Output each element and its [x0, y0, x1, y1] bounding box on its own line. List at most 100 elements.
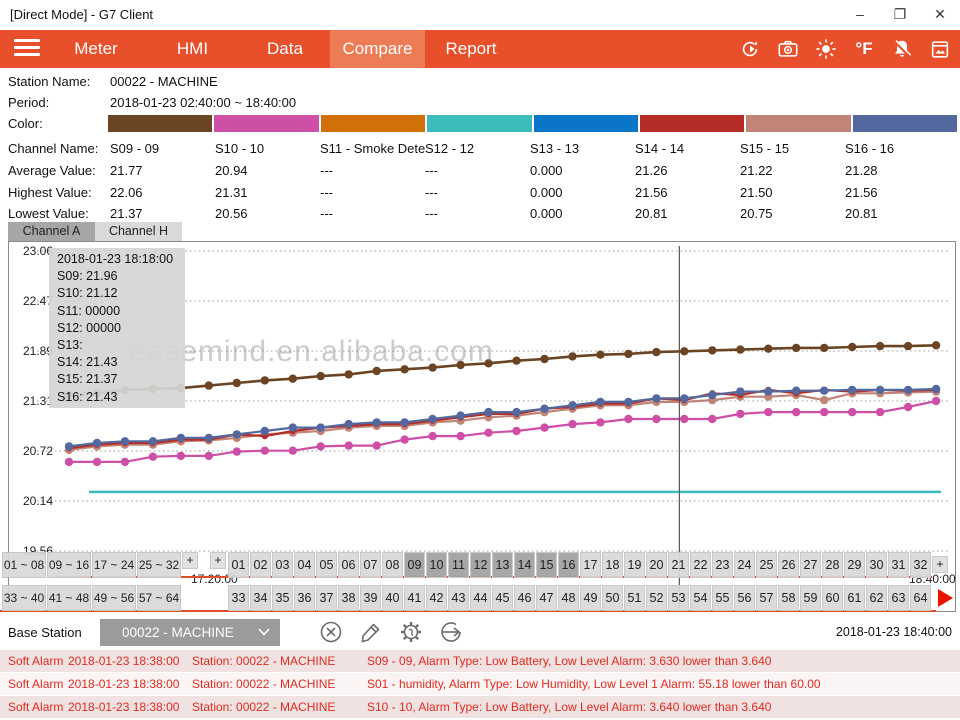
- channel-button-20[interactable]: 20: [646, 552, 667, 578]
- data-point-S10[interactable]: [428, 432, 436, 440]
- data-point-S16[interactable]: [848, 386, 856, 394]
- data-point-S10[interactable]: [708, 415, 716, 423]
- channel-button-42[interactable]: 42: [426, 585, 447, 611]
- channel-button-24[interactable]: 24: [734, 552, 755, 578]
- data-point-S10[interactable]: [484, 429, 492, 437]
- channel-button-54[interactable]: 54: [690, 585, 711, 611]
- channel-button-53[interactable]: 53: [668, 585, 689, 611]
- data-point-S10[interactable]: [233, 447, 241, 455]
- data-point-S09[interactable]: [317, 372, 325, 380]
- data-point-S16[interactable]: [65, 442, 73, 450]
- fahrenheit-toggle[interactable]: °F: [852, 37, 876, 61]
- channel-button-41[interactable]: 41: [404, 585, 425, 611]
- data-point-S10[interactable]: [177, 452, 185, 460]
- data-point-S09[interactable]: [820, 344, 828, 352]
- channel-button-28[interactable]: 28: [822, 552, 843, 578]
- channel-button-31[interactable]: 31: [888, 552, 909, 578]
- data-point-S10[interactable]: [792, 408, 800, 416]
- channel-button-63[interactable]: 63: [888, 585, 909, 611]
- data-point-S09[interactable]: [624, 350, 632, 358]
- data-point-S10[interactable]: [568, 420, 576, 428]
- data-point-S16[interactable]: [373, 418, 381, 426]
- channel-group-button-49~56[interactable]: 49 ~ 56: [92, 585, 136, 611]
- channel-button-60[interactable]: 60: [822, 585, 843, 611]
- data-point-S10[interactable]: [261, 447, 269, 455]
- data-point-S10[interactable]: [652, 415, 660, 423]
- data-point-S10[interactable]: [680, 415, 688, 423]
- data-point-S16[interactable]: [205, 434, 213, 442]
- data-point-S09[interactable]: [764, 345, 772, 353]
- data-point-S16[interactable]: [261, 427, 269, 435]
- channel-button-40[interactable]: 40: [382, 585, 403, 611]
- alarm-row[interactable]: Soft Alarm2018-01-23 18:38:00Station: 00…: [0, 673, 960, 695]
- zoom-plus-button-2[interactable]: +: [210, 552, 226, 569]
- channel-button-21[interactable]: 21: [668, 552, 689, 578]
- channel-button-25[interactable]: 25: [756, 552, 777, 578]
- data-point-S16[interactable]: [708, 391, 716, 399]
- data-point-S16[interactable]: [932, 385, 940, 393]
- channel-button-05[interactable]: 05: [316, 552, 337, 578]
- channel-button-46[interactable]: 46: [514, 585, 535, 611]
- data-point-S16[interactable]: [540, 405, 548, 413]
- channel-button-29[interactable]: 29: [844, 552, 865, 578]
- data-point-S09[interactable]: [848, 343, 856, 351]
- channel-button-33[interactable]: 33: [228, 585, 249, 611]
- data-point-S09[interactable]: [792, 344, 800, 352]
- data-point-S10[interactable]: [764, 408, 772, 416]
- channel-button-37[interactable]: 37: [316, 585, 337, 611]
- channel-group-button-01~08[interactable]: 01 ~ 08: [2, 552, 46, 578]
- channel-button-62[interactable]: 62: [866, 585, 887, 611]
- data-point-S16[interactable]: [512, 408, 520, 416]
- tab-channel-a[interactable]: Channel A: [8, 222, 95, 241]
- data-point-S10[interactable]: [820, 408, 828, 416]
- channel-button-14[interactable]: 14: [514, 552, 535, 578]
- data-point-S09[interactable]: [680, 347, 688, 355]
- channel-button-18[interactable]: 18: [602, 552, 623, 578]
- data-point-S10[interactable]: [317, 442, 325, 450]
- data-point-S09[interactable]: [904, 342, 912, 350]
- channel-button-57[interactable]: 57: [756, 585, 777, 611]
- data-point-S10[interactable]: [624, 415, 632, 423]
- data-point-S16[interactable]: [93, 439, 101, 447]
- channel-button-43[interactable]: 43: [448, 585, 469, 611]
- screenshot-icon[interactable]: [928, 37, 952, 61]
- channel-button-07[interactable]: 07: [360, 552, 381, 578]
- channel-button-17[interactable]: 17: [580, 552, 601, 578]
- data-point-S16[interactable]: [820, 387, 828, 395]
- data-point-S09[interactable]: [652, 348, 660, 356]
- close-button[interactable]: ✕: [920, 0, 960, 30]
- data-point-S16[interactable]: [177, 434, 185, 442]
- data-point-S16[interactable]: [233, 430, 241, 438]
- data-point-S10[interactable]: [904, 403, 912, 411]
- data-point-S09[interactable]: [345, 370, 353, 378]
- data-point-S09[interactable]: [708, 346, 716, 354]
- data-point-S10[interactable]: [456, 432, 464, 440]
- sync-icon[interactable]: [738, 37, 762, 61]
- data-point-S09[interactable]: [596, 351, 604, 359]
- brightness-icon[interactable]: [814, 37, 838, 61]
- channel-button-06[interactable]: 06: [338, 552, 359, 578]
- data-point-S16[interactable]: [456, 411, 464, 419]
- channel-button-49[interactable]: 49: [580, 585, 601, 611]
- data-point-S16[interactable]: [400, 418, 408, 426]
- channel-button-38[interactable]: 38: [338, 585, 359, 611]
- nav-item-report[interactable]: Report: [425, 30, 517, 68]
- data-point-S10[interactable]: [596, 418, 604, 426]
- data-point-S16[interactable]: [568, 401, 576, 409]
- channel-button-10[interactable]: 10: [426, 552, 447, 578]
- nav-item-compare[interactable]: Compare: [330, 30, 425, 68]
- channel-button-12[interactable]: 12: [470, 552, 491, 578]
- data-point-S10[interactable]: [93, 458, 101, 466]
- menu-icon[interactable]: [14, 39, 40, 59]
- data-point-S15[interactable]: [820, 396, 828, 404]
- channel-group-button-17~24[interactable]: 17 ~ 24: [92, 552, 136, 578]
- channel-button-56[interactable]: 56: [734, 585, 755, 611]
- channel-button-44[interactable]: 44: [470, 585, 491, 611]
- maximize-button[interactable]: ❐: [880, 0, 920, 30]
- data-point-S10[interactable]: [205, 452, 213, 460]
- channel-button-51[interactable]: 51: [624, 585, 645, 611]
- channel-button-23[interactable]: 23: [712, 552, 733, 578]
- data-point-S10[interactable]: [512, 427, 520, 435]
- data-point-S16[interactable]: [736, 387, 744, 395]
- alarm-mute-icon[interactable]: [890, 37, 914, 61]
